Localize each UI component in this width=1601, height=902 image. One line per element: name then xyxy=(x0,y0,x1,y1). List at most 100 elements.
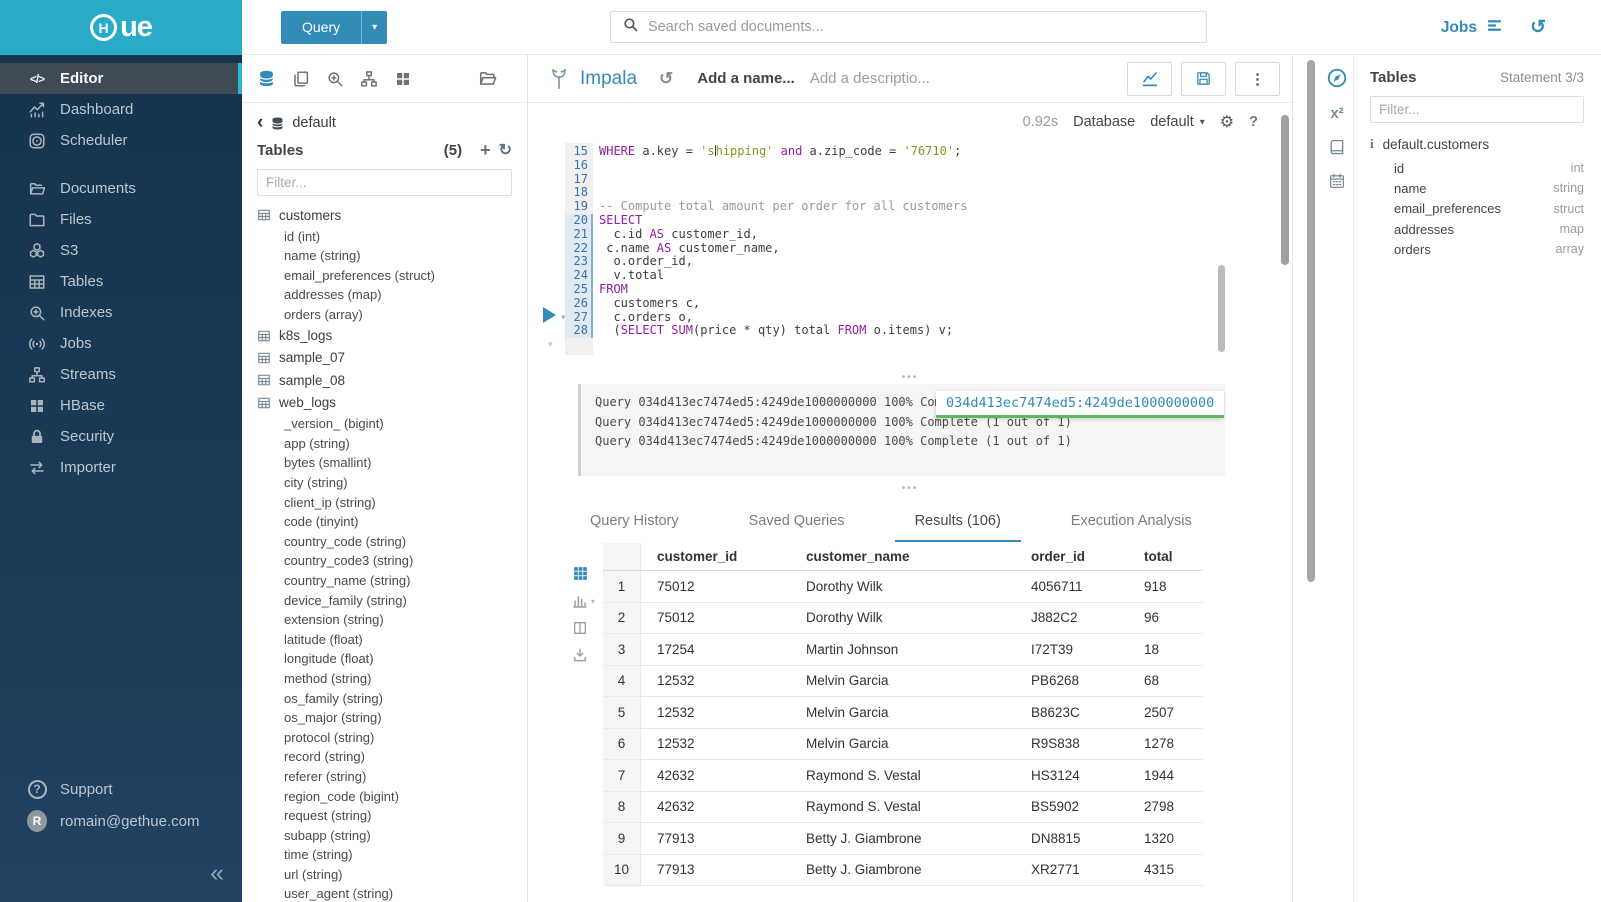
tree-column[interactable]: orders (array) xyxy=(242,305,527,325)
grid-view-icon[interactable] xyxy=(572,565,589,582)
sidebar-item-indexes[interactable]: Indexes xyxy=(0,297,242,328)
columns-icon[interactable] xyxy=(572,620,588,636)
tree-column[interactable]: extension (string) xyxy=(242,610,527,630)
tree-table-customers[interactable]: customers xyxy=(242,204,527,226)
tree-column[interactable]: record (string) xyxy=(242,747,527,767)
tree-table-web_logs[interactable]: web_logs xyxy=(242,392,527,414)
sidebar-collapse-button[interactable]: « xyxy=(210,859,224,888)
sidebar-item-importer[interactable]: Importer xyxy=(0,452,242,483)
tree-column[interactable]: email_preferences (struct) xyxy=(242,266,527,286)
tree-column[interactable]: addresses (map) xyxy=(242,285,527,305)
chart-view-icon[interactable]: ▾ xyxy=(572,593,595,609)
active-table[interactable]: i default.customers xyxy=(1370,136,1584,152)
apps-grid-icon[interactable] xyxy=(394,70,412,88)
tree-table-k8s_logs[interactable]: k8s_logs xyxy=(242,324,527,346)
column-header[interactable]: customer_name xyxy=(790,549,1015,564)
tree-column[interactable]: name (string) xyxy=(242,246,527,266)
info-icon[interactable]: i xyxy=(1370,136,1374,152)
query-history-icon[interactable]: ↺ xyxy=(1530,0,1546,55)
sidebar-item-dashboard[interactable]: Dashboard xyxy=(0,94,242,125)
database-caret-icon[interactable]: ▾ xyxy=(1200,117,1205,128)
tree-column[interactable]: os_major (string) xyxy=(242,708,527,728)
sidebar-item-editor[interactable]: </>Editor xyxy=(0,63,242,94)
language-docs-icon[interactable] xyxy=(1328,138,1346,156)
table-row[interactable]: 612532Melvin GarciaR9S8381278 xyxy=(603,729,1203,761)
more-actions-button[interactable]: ⋮ xyxy=(1235,62,1280,96)
table-row[interactable]: 175012Dorothy Wilk4056711918 xyxy=(603,571,1203,603)
tree-column[interactable]: longitude (float) xyxy=(242,649,527,669)
tree-column[interactable]: _version_ (bigint) xyxy=(242,414,527,434)
code-line[interactable]: 27 c.orders o, xyxy=(528,311,967,325)
main-scrollbar[interactable] xyxy=(1281,115,1289,265)
code-line[interactable]: 19-- Compute total amount per order for … xyxy=(528,200,967,214)
execute-button[interactable] xyxy=(543,307,556,323)
back-chevron-icon[interactable]: ‹ xyxy=(257,116,263,130)
sidebar-item-support[interactable]: ? Support xyxy=(0,773,242,805)
column-header[interactable]: customer_id xyxy=(641,549,790,564)
tree-column[interactable]: url (string) xyxy=(242,865,527,885)
query-dropdown-caret-icon[interactable]: ▾ xyxy=(361,11,387,44)
database-selector[interactable]: default xyxy=(1150,114,1194,130)
right-scrollbar[interactable] xyxy=(1307,60,1315,582)
table-row[interactable]: 842632Raymond S. VestalBS59022798 xyxy=(603,792,1203,824)
query-description-field[interactable]: Add a descriptio... xyxy=(810,70,930,87)
tree-column[interactable]: bytes (smallint) xyxy=(242,453,527,473)
sidebar-item-tables[interactable]: Tables xyxy=(0,266,242,297)
code-line[interactable]: 15WHERE a.key = 'shipping' and a.zip_cod… xyxy=(528,145,967,159)
tree-column[interactable]: device_family (string) xyxy=(242,590,527,610)
tree-table-sample_08[interactable]: sample_08 xyxy=(242,369,527,391)
right-column-email_preferences[interactable]: email_preferencesstruct xyxy=(1370,199,1584,219)
code-line[interactable]: 25FROM xyxy=(528,283,967,297)
tab-results-106[interactable]: Results (106) xyxy=(895,503,1021,542)
sidebar-item-security[interactable]: Security xyxy=(0,421,242,452)
code-line[interactable]: 24 v.total xyxy=(528,269,967,283)
sidebar-item-user[interactable]: R romain@gethue.com xyxy=(0,805,242,837)
databases-icon[interactable] xyxy=(257,69,276,88)
code-line[interactable]: 18 xyxy=(528,186,967,200)
tab-query-history[interactable]: Query History xyxy=(570,503,699,542)
code-line[interactable]: 28 (SELECT SUM(price * qty) total FROM o… xyxy=(528,324,967,338)
tree-column[interactable]: client_ip (string) xyxy=(242,492,527,512)
table-row[interactable]: 275012Dorothy WilkJ882C296 xyxy=(603,603,1203,635)
sidebar-item-files[interactable]: Files xyxy=(0,204,242,235)
help-icon[interactable]: ? xyxy=(1249,114,1258,130)
query-button-label[interactable]: Query xyxy=(281,11,361,44)
code-line[interactable]: 22 c.name AS customer_name, xyxy=(528,242,967,256)
right-column-id[interactable]: idint xyxy=(1370,158,1584,178)
sidebar-item-jobs[interactable]: Jobs xyxy=(0,328,242,359)
snippet-docs-button[interactable]: ▾ xyxy=(544,339,553,350)
hue-logo[interactable]: H ue xyxy=(0,0,242,55)
table-row[interactable]: 977913Betty J. GiambroneDN88151320 xyxy=(603,823,1203,855)
code-line[interactable]: 26 customers c, xyxy=(528,297,967,311)
tables-filter-input[interactable] xyxy=(257,169,512,196)
tree-column[interactable]: city (string) xyxy=(242,473,527,493)
right-column-name[interactable]: namestring xyxy=(1370,178,1584,198)
code-line[interactable]: 21 c.id AS customer_id, xyxy=(528,228,967,242)
execute-caret-icon[interactable]: ▾ xyxy=(561,312,566,323)
documents-copy-icon[interactable] xyxy=(292,70,310,88)
column-header[interactable]: total xyxy=(1128,549,1203,564)
search-plus-icon[interactable] xyxy=(326,70,344,88)
search-bar[interactable] xyxy=(610,11,1207,43)
tree-column[interactable]: user_agent (string) xyxy=(242,884,527,902)
resize-handle-bottom[interactable]: ••• xyxy=(528,483,1292,494)
query-id-popover[interactable]: 034d413ec7474ed5:4249de1000000000 xyxy=(936,391,1224,418)
code-line[interactable]: 16 xyxy=(528,159,967,173)
breadcrumb-database[interactable]: default xyxy=(292,115,336,131)
tree-column[interactable]: request (string) xyxy=(242,806,527,826)
tree-column[interactable]: app (string) xyxy=(242,434,527,454)
add-table-icon[interactable]: + xyxy=(480,143,491,157)
sidebar-item-hbase[interactable]: HBase xyxy=(0,390,242,421)
sidebar-item-s3[interactable]: S3 xyxy=(0,235,242,266)
assistant-compass-icon[interactable] xyxy=(1326,67,1348,89)
table-row[interactable]: 1077913Betty J. GiambroneXR27714315 xyxy=(603,855,1203,887)
sidebar-item-documents[interactable]: Documents xyxy=(0,173,242,204)
sitemap-icon[interactable] xyxy=(360,70,378,88)
tree-column[interactable]: protocol (string) xyxy=(242,727,527,747)
query-history-small-icon[interactable]: ↺ xyxy=(659,69,673,89)
column-header[interactable]: order_id xyxy=(1015,549,1128,564)
code-line[interactable]: 17 xyxy=(528,173,967,187)
save-button[interactable] xyxy=(1181,62,1226,96)
code-line[interactable]: 23 o.order_id, xyxy=(528,255,967,269)
chart-button[interactable] xyxy=(1127,62,1172,96)
